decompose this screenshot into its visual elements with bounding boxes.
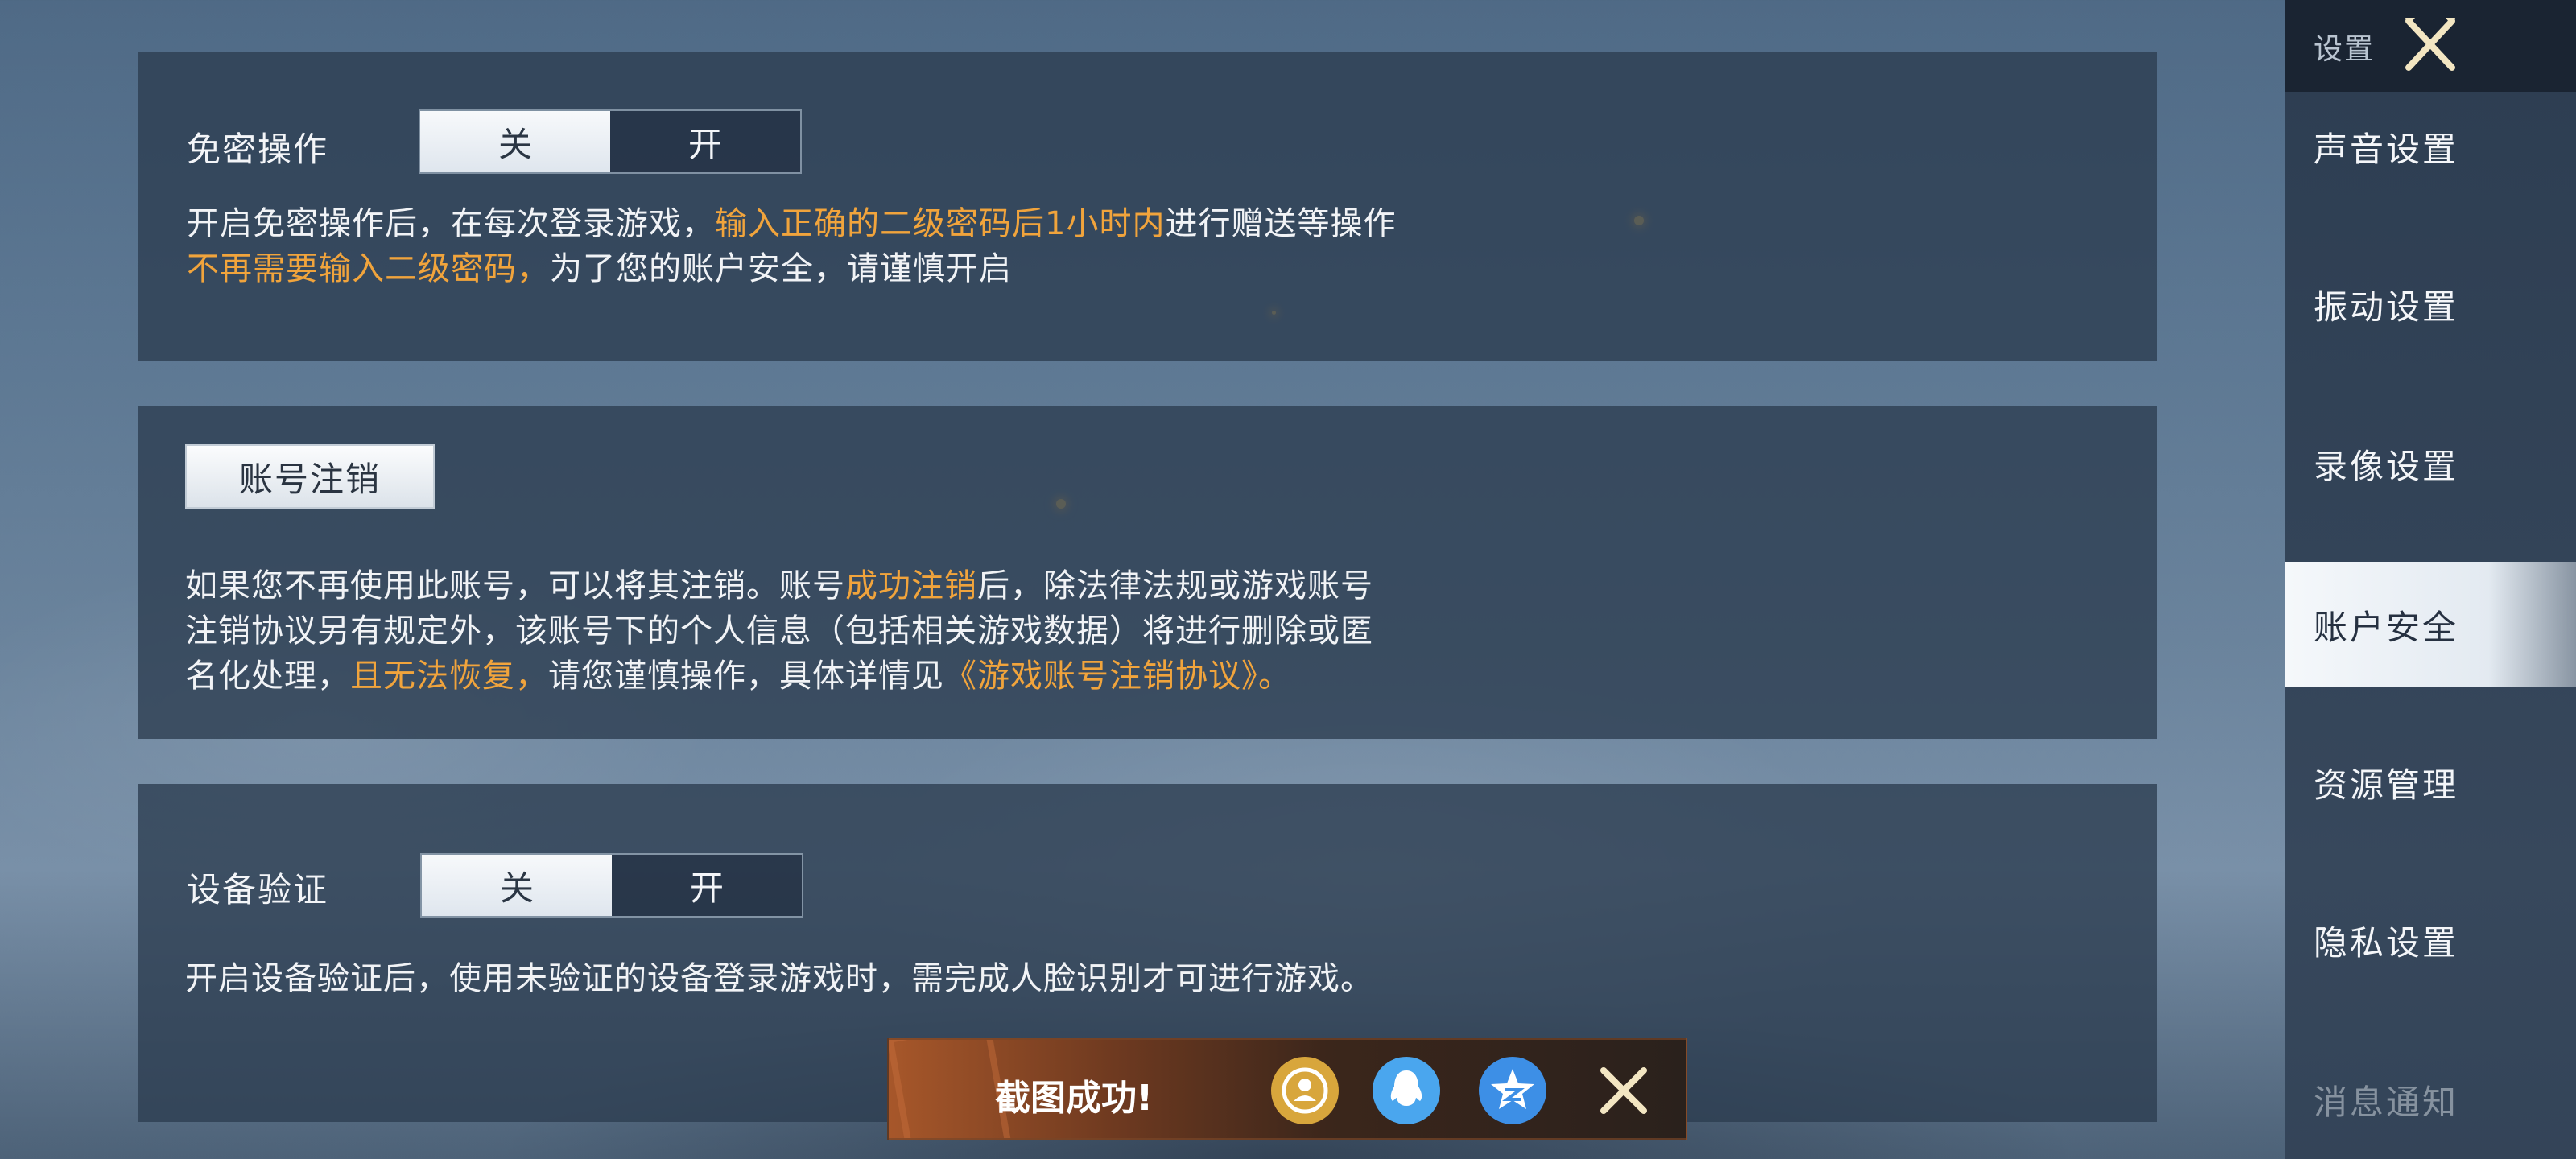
desc-text: 为了您的账户安全，请谨慎开启 xyxy=(550,250,1012,287)
privacy-free-label: 免密操作 xyxy=(187,130,329,169)
privacy-free-desc-line-2: 不再需要输入二级密码，为了您的账户安全，请谨慎开启 xyxy=(187,246,1396,291)
desc-text: 开启免密操作后，在每次登录游戏， xyxy=(187,205,715,242)
sidebar-item-notification[interactable]: 消息通知 xyxy=(2285,1037,2576,1159)
desc-text: 进行赠送等操作 xyxy=(1165,205,1397,242)
sidebar-item-vibration[interactable]: 振动设置 xyxy=(2285,241,2576,367)
cancel-agreement-link[interactable]: 《游戏账号注销协议》。 xyxy=(944,658,1291,695)
qq-icon[interactable] xyxy=(1372,1056,1441,1125)
privacy-free-off-option[interactable]: 关 xyxy=(420,111,610,172)
qzone-icon[interactable] xyxy=(1478,1056,1547,1125)
device-verify-description: 开启设备验证后，使用未验证的设备登录游戏时，需完成人脸识别才可进行游戏。 xyxy=(185,960,1373,997)
account-cancel-panel: 账号注销 如果您不再使用此账号，可以将其注销。账号成功注销后，除法律法规或游戏账… xyxy=(138,406,2157,739)
sidebar-item-recording[interactable]: 录像设置 xyxy=(2285,401,2576,526)
stamp-decoration xyxy=(889,1040,1012,1138)
account-cancel-description: 如果您不再使用此账号，可以将其注销。账号成功注销后，除法律法规或游戏账号 注销协… xyxy=(185,563,1373,699)
desc-highlight: 输入正确的二级密码后1小时内 xyxy=(715,205,1166,242)
desc-highlight: 成功注销 xyxy=(845,567,977,604)
sidebar-item-sound[interactable]: 声音设置 xyxy=(2285,84,2576,209)
account-cancel-desc-line-3: 名化处理，且无法恢复，请您谨慎操作，具体详情见《游戏账号注销协议》。 xyxy=(185,654,1373,699)
screenshot-toast: 截图成功! xyxy=(887,1038,1687,1140)
toast-close-icon[interactable] xyxy=(1589,1056,1658,1125)
wechat-moments-icon[interactable] xyxy=(1270,1056,1340,1125)
toast-message: 截图成功! xyxy=(995,1078,1154,1119)
device-verify-toggle[interactable]: 关 开 xyxy=(420,853,803,918)
sidebar-item-resource[interactable]: 资源管理 xyxy=(2285,720,2576,845)
privacy-free-panel: 免密操作 关 开 开启免密操作后，在每次登录游戏，输入正确的二级密码后1小时内进… xyxy=(138,52,2157,361)
close-icon[interactable] xyxy=(2397,11,2463,77)
privacy-free-description: 开启免密操作后，在每次登录游戏，输入正确的二级密码后1小时内进行赠送等操作 不再… xyxy=(187,201,1396,291)
account-cancel-button[interactable]: 账号注销 xyxy=(185,444,435,509)
account-cancel-desc-line-1: 如果您不再使用此账号，可以将其注销。账号成功注销后，除法律法规或游戏账号 xyxy=(185,563,1373,608)
sidebar-item-account-security[interactable]: 账户安全 xyxy=(2285,562,2576,687)
privacy-free-on-option[interactable]: 开 xyxy=(610,111,800,172)
desc-text: 名化处理， xyxy=(185,658,350,695)
desc-text: 请您谨慎操作，具体详情见 xyxy=(548,658,944,695)
privacy-free-desc-line-1: 开启免密操作后，在每次登录游戏，输入正确的二级密码后1小时内进行赠送等操作 xyxy=(187,201,1396,246)
privacy-free-toggle[interactable]: 关 开 xyxy=(419,109,802,174)
settings-sidebar: 设置 声音设置 振动设置 录像设置 账户安全 资源管理 隐私设置 消息通知 xyxy=(2285,0,2576,1159)
desc-highlight: 且无法恢复， xyxy=(350,658,548,695)
desc-text: 后，除法律法规或游戏账号 xyxy=(977,567,1373,604)
sidebar-title: 设置 xyxy=(2314,33,2376,66)
device-verify-label: 设备验证 xyxy=(187,870,329,909)
sidebar-item-privacy[interactable]: 隐私设置 xyxy=(2285,877,2576,1003)
device-verify-off-option[interactable]: 关 xyxy=(422,855,612,916)
desc-text: 如果您不再使用此账号，可以将其注销。账号 xyxy=(185,567,845,604)
account-cancel-desc-line-2: 注销协议另有规定外，该账号下的个人信息（包括相关游戏数据）将进行删除或匿 xyxy=(185,612,1373,650)
device-verify-on-option[interactable]: 开 xyxy=(612,855,802,916)
sidebar-header: 设置 xyxy=(2285,0,2576,92)
desc-highlight: 不再需要输入二级密码， xyxy=(187,250,550,287)
